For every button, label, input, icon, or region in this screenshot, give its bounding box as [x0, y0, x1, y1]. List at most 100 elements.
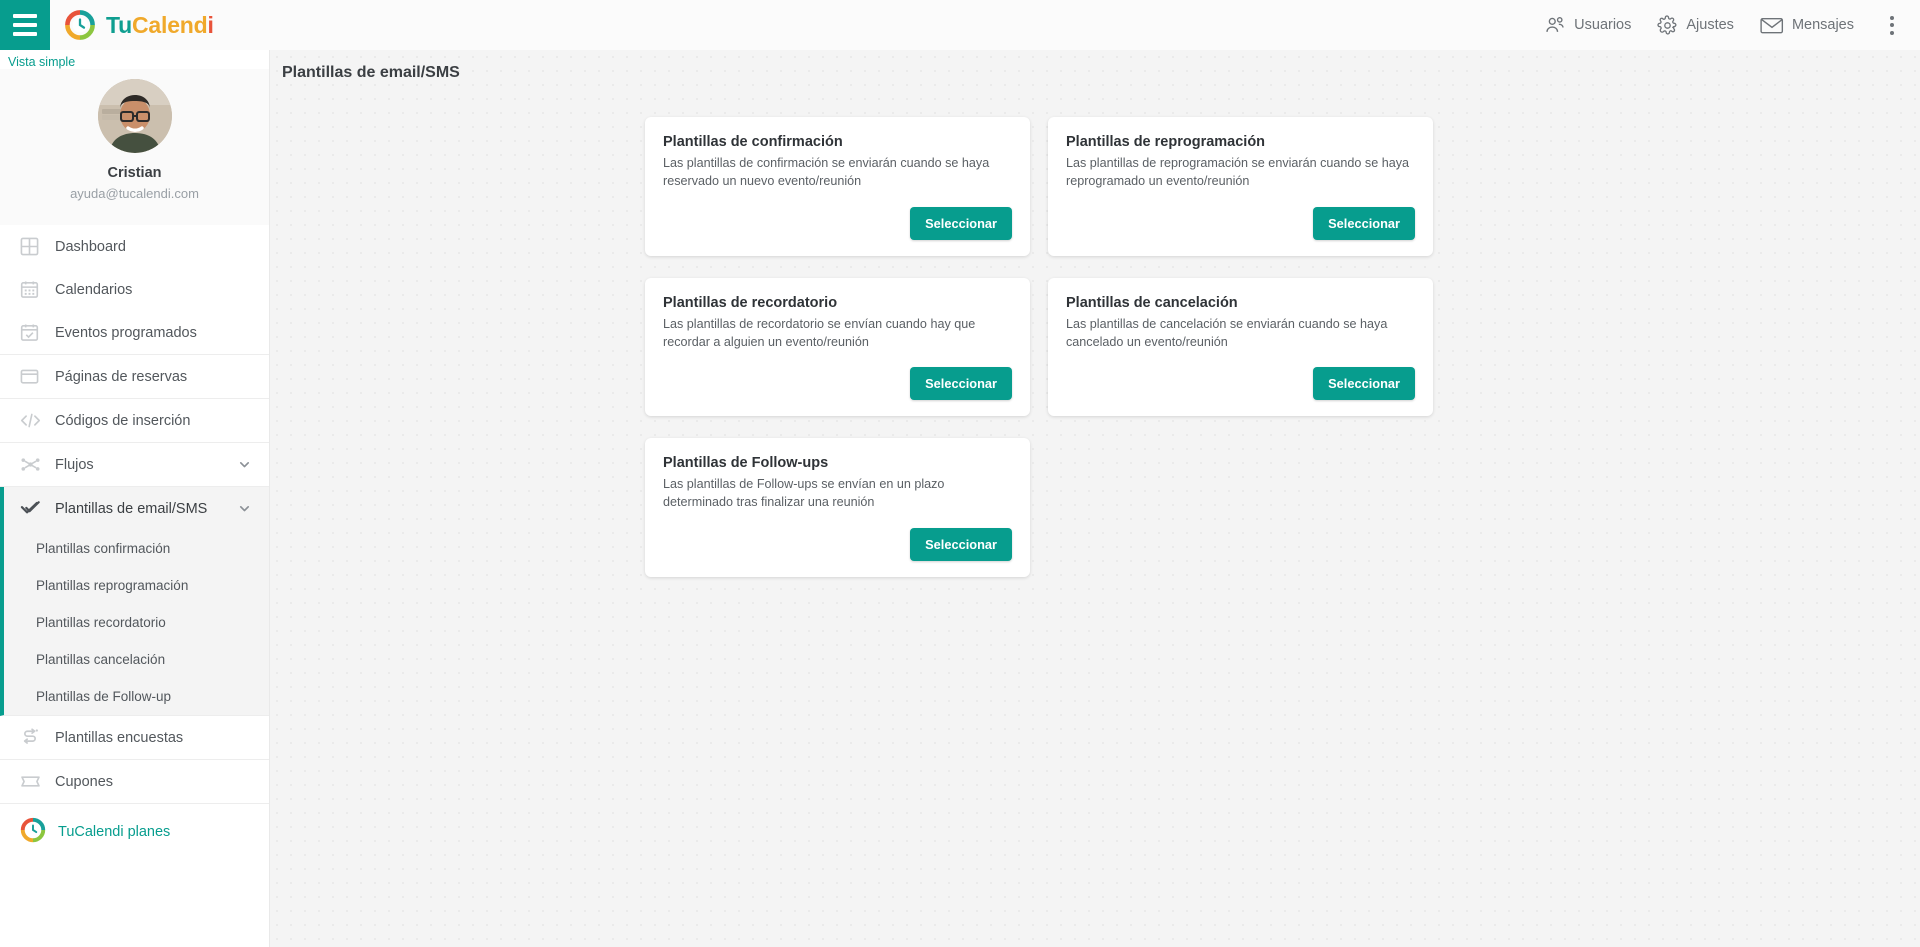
sidebar-group-plantillas: Plantillas de email/SMS Plantillas confi… [0, 487, 269, 717]
top-item-mensajes[interactable]: Mensajes [1760, 16, 1854, 35]
gear-icon [1657, 14, 1678, 36]
card-description: Las plantillas de reprogramación se envi… [1066, 156, 1410, 189]
sidebar-subitem-plantillas-reprogramacion[interactable]: Plantillas reprogramación [4, 567, 269, 604]
hamburger-menu-icon[interactable] [0, 0, 50, 50]
hamburger-bar [13, 32, 37, 36]
top-item-label: Ajustes [1686, 17, 1734, 33]
sidebar-item-label: Eventos programados [55, 324, 197, 341]
window-icon [20, 367, 48, 386]
chevron-down-icon[interactable] [238, 458, 251, 471]
card-description: Las plantillas de confirmación se enviar… [663, 156, 990, 189]
card-description: Las plantillas de cancelación se enviará… [1066, 316, 1388, 349]
card-actions: Seleccionar [663, 191, 1012, 240]
sidebar-subitem-plantillas-confirmacion[interactable]: Plantillas confirmación [4, 530, 269, 567]
top-item-ajustes[interactable]: Ajustes [1657, 14, 1734, 36]
card-description: Las plantillas de recordatorio se envían… [663, 316, 976, 349]
sidebar-subitem-plantillas-recordatorio[interactable]: Plantillas recordatorio [4, 604, 269, 641]
card-title: Plantillas de reprogramación [1066, 134, 1266, 150]
tucalendi-logo-icon [20, 817, 46, 848]
avatar[interactable] [97, 79, 172, 153]
sidebar-group-codigos: Códigos de inserción [0, 399, 269, 444]
code-brackets-icon [20, 411, 48, 430]
profile-name: Cristian [107, 165, 162, 181]
sidebar-item-paginas-de-reservas[interactable]: Páginas de reservas [0, 355, 269, 398]
sidebar-group-flujos: Flujos [0, 443, 269, 488]
kebab-dot [1890, 23, 1894, 27]
profile-email: ayuda@tucalendi.com [70, 185, 199, 201]
card-description: Las plantillas de Follow-ups se envían e… [663, 477, 945, 510]
brand-logo[interactable]: TuCalendi [64, 9, 214, 41]
sidebar-item-tucalendi-planes[interactable]: TuCalendi planes [0, 804, 269, 860]
card-actions: Seleccionar [1066, 191, 1415, 240]
sidebar-group-reservas: Páginas de reservas [0, 355, 269, 400]
sidebar-item-label: Cupones [55, 773, 114, 790]
hamburger-bar [13, 23, 37, 27]
double-check-icon [20, 499, 48, 518]
select-button-recordatorio[interactable]: Seleccionar [910, 367, 1012, 400]
page-header: Plantillas de email/SMS [270, 50, 1920, 95]
select-button-cancelacion[interactable]: Seleccionar [1313, 367, 1415, 400]
sidebar-item-plantillas-encuestas[interactable]: Plantillas encuestas [0, 716, 269, 759]
card-plantillas-de-confirmacion: Plantillas de confirmación Las plantilla… [645, 117, 1030, 256]
sidebar-item-flujos[interactable]: Flujos [0, 443, 269, 486]
select-button-follow-ups[interactable]: Seleccionar [910, 527, 1012, 561]
select-button-confirmacion[interactable]: Seleccionar [910, 206, 1012, 240]
card-plantillas-de-recordatorio: Plantillas de recordatorio Las plantilla… [645, 277, 1030, 416]
card-title: Plantillas de recordatorio [663, 294, 838, 311]
sidebar-group-encuestas: Plantillas encuestas [0, 716, 269, 761]
sidebar-item-label: TuCalendi planes [58, 824, 171, 841]
sidebar-profile: Cristian ayuda@tucalendi.com [0, 69, 269, 226]
top-item-label: Usuarios [1574, 17, 1632, 33]
ticket-icon [20, 773, 48, 790]
flow-nodes-icon [20, 455, 48, 474]
card-plantillas-de-follow-ups: Plantillas de Follow-ups Las plantillas … [645, 438, 1030, 577]
envelope-icon [1760, 16, 1784, 35]
card-plantillas-de-cancelacion: Plantillas de cancelación Las plantillas… [1048, 277, 1433, 416]
kebab-dot [1890, 30, 1894, 35]
view-mode-toggle[interactable]: Vista simple [0, 50, 269, 69]
sidebar-subitem-plantillas-de-follow-up[interactable]: Plantillas de Follow-up [4, 678, 269, 715]
brand-part-calend: Calend [132, 11, 208, 38]
sidebar-item-codigos-de-insercion[interactable]: Códigos de inserción [0, 399, 269, 442]
top-header-bar: TuCalendi Usuarios Ajustes Mensajes [0, 0, 1920, 50]
kebab-menu-icon[interactable] [1882, 10, 1902, 41]
calendar-check-icon [20, 323, 48, 342]
sidebar: Vista simple Cristian ayuda@tucalendi.co… [0, 50, 270, 947]
card-title: Plantillas de cancelación [1066, 294, 1238, 311]
sidebar-item-label: Flujos [55, 456, 94, 473]
sidebar-item-label: Páginas de reservas [55, 368, 188, 385]
page-title: Plantillas de email/SMS [282, 63, 460, 81]
sidebar-nav: Dashboard Calendarios Eventos programado… [0, 225, 269, 880]
dashboard-grid-icon [20, 237, 48, 256]
tucalendi-logo-icon [64, 9, 96, 41]
card-actions: Seleccionar [663, 512, 1012, 561]
top-item-usuarios[interactable]: Usuarios [1544, 15, 1631, 35]
content-area: Plantillas de confirmación Las plantilla… [282, 95, 1908, 945]
sidebar-item-label: Plantillas de email/SMS [55, 500, 208, 517]
sidebar-item-label: Dashboard [55, 238, 126, 255]
card-plantillas-de-reprogramacion: Plantillas de reprogramación Las plantil… [1048, 117, 1433, 256]
sidebar-subitem-plantillas-cancelacion[interactable]: Plantillas cancelación [4, 641, 269, 678]
sidebar-item-label: Calendarios [55, 281, 133, 298]
calendar-icon [20, 280, 48, 299]
users-icon [1544, 15, 1566, 35]
select-button-reprogramacion[interactable]: Seleccionar [1313, 206, 1415, 240]
sidebar-item-calendarios[interactable]: Calendarios [0, 268, 269, 311]
brand-wordmark: TuCalendi [106, 12, 214, 39]
brand-part-i: i [207, 11, 214, 38]
main-content: Plantillas de email/SMS Plantillas de co… [270, 50, 1920, 947]
sidebar-group-cupones: Cupones [0, 760, 269, 805]
sidebar-item-label: Códigos de inserción [55, 412, 191, 429]
sidebar-item-cupones[interactable]: Cupones [0, 760, 269, 803]
sidebar-item-eventos-programados[interactable]: Eventos programados [0, 311, 269, 354]
top-item-label: Mensajes [1791, 17, 1854, 33]
sidebar-item-label: Plantillas encuestas [55, 729, 184, 746]
sidebar-item-plantillas-de-email-sms[interactable]: Plantillas de email/SMS [4, 487, 269, 530]
kebab-dot [1890, 15, 1894, 20]
sidebar-group-planes: TuCalendi planes [0, 804, 269, 860]
brand-part-tu: Tu [106, 11, 132, 38]
chevron-down-icon[interactable] [238, 502, 251, 515]
sidebar-item-dashboard[interactable]: Dashboard [0, 225, 269, 268]
survey-arrows-icon [20, 728, 48, 747]
card-title: Plantillas de confirmación [663, 134, 843, 150]
